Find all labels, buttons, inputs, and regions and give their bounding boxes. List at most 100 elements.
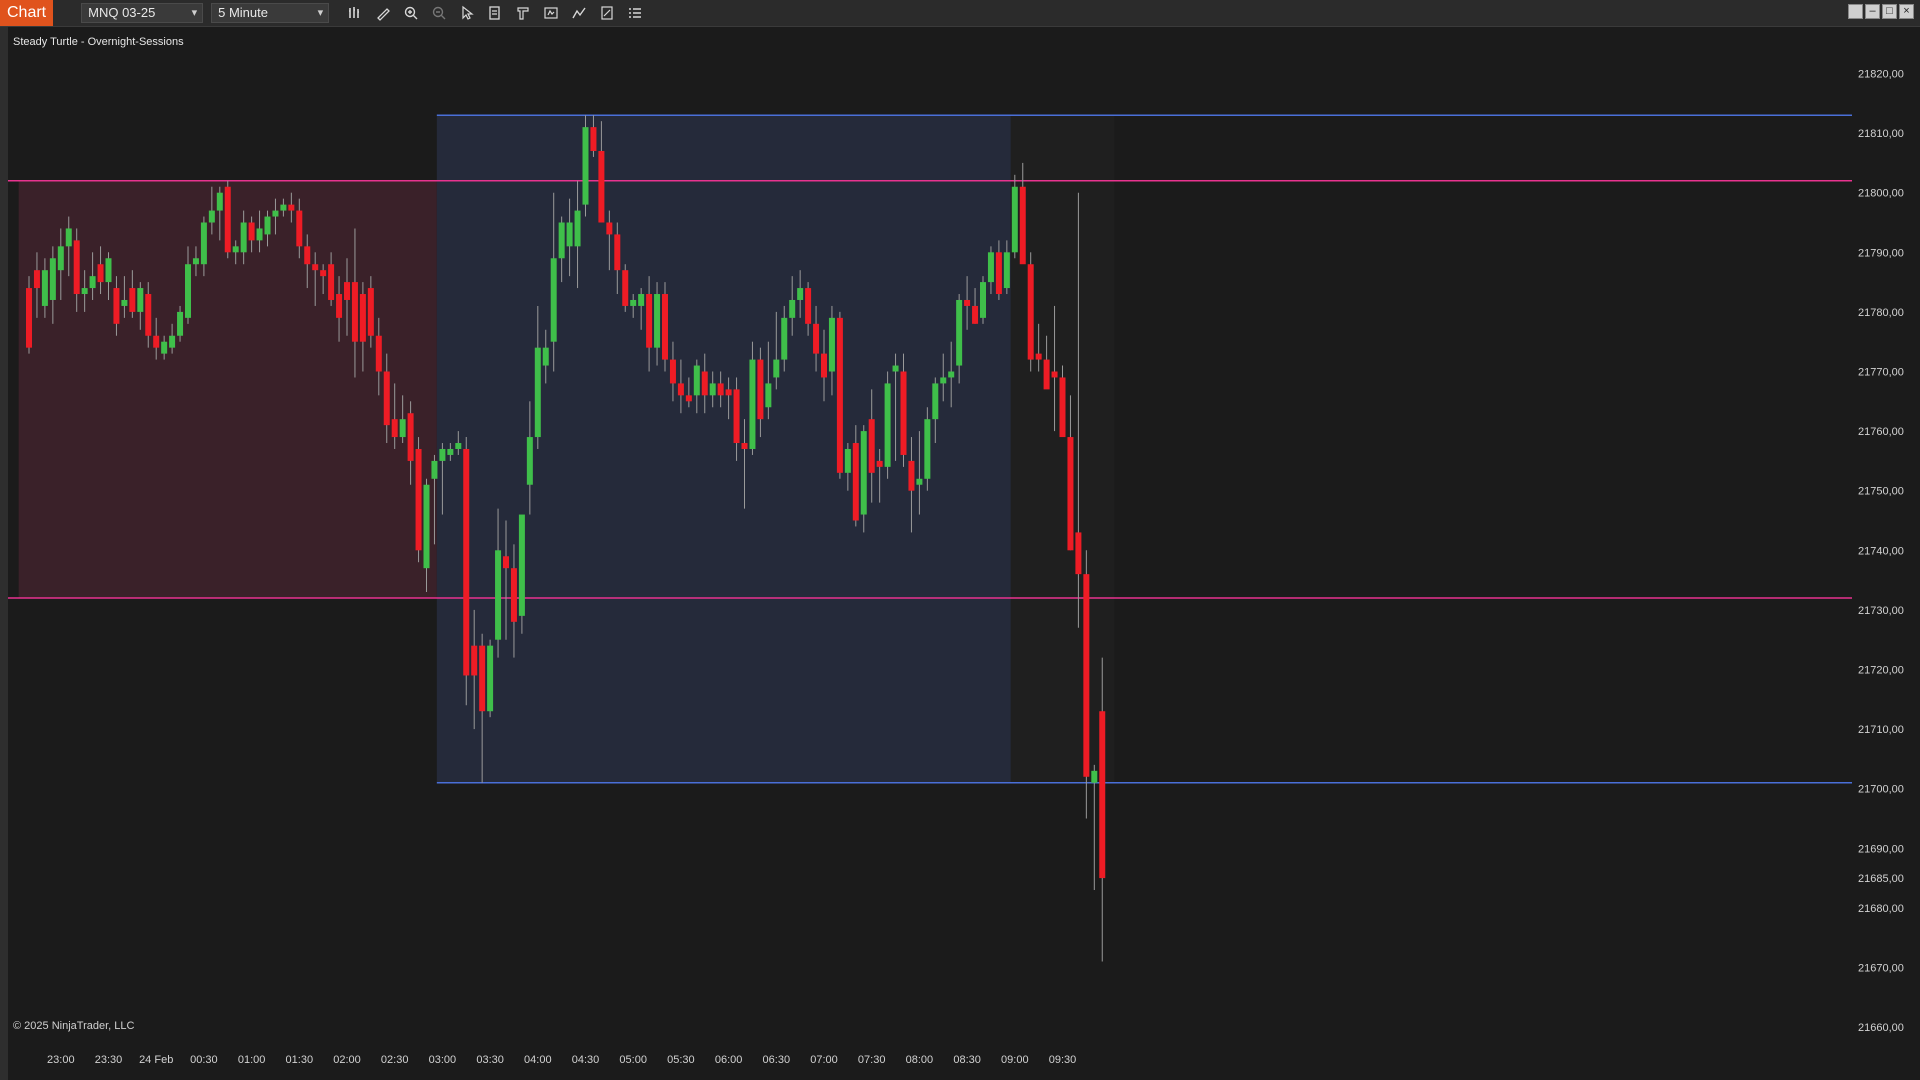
instrument-selector[interactable]: MNQ 03-25 ▾ <box>81 3 204 23</box>
candle-down <box>685 395 692 402</box>
candle-down <box>1099 711 1106 879</box>
candle-up <box>956 299 963 366</box>
screenshot-icon[interactable] <box>539 2 563 24</box>
candle-up <box>399 419 406 438</box>
candle-up <box>208 210 215 223</box>
candle-down <box>717 383 724 396</box>
candle-up <box>137 288 144 312</box>
x-axis-tick-label: 05:30 <box>667 1054 695 1066</box>
candle-down <box>510 568 517 622</box>
candle-up <box>232 246 239 253</box>
candle-up <box>1003 252 1010 289</box>
candle-up <box>574 210 581 247</box>
candle-up <box>916 478 923 485</box>
candle-down <box>153 335 160 348</box>
candle-down <box>876 460 883 467</box>
candle-up <box>773 359 780 378</box>
candle-down <box>821 353 827 378</box>
candle-down <box>1043 359 1050 390</box>
x-axis-tick-label: 00:30 <box>190 1054 218 1066</box>
candle-down <box>972 305 979 324</box>
strategies-icon[interactable] <box>595 2 619 24</box>
x-axis-tick-label: 06:00 <box>715 1054 743 1066</box>
candle-down <box>908 460 915 491</box>
candle-down <box>1075 532 1082 575</box>
x-axis-tick-label: 08:30 <box>953 1054 981 1066</box>
data-box-icon[interactable] <box>483 2 507 24</box>
candle-down <box>598 150 605 223</box>
maximize-icon[interactable]: □ <box>1882 4 1897 19</box>
list-icon[interactable] <box>623 2 647 24</box>
bar-type-icon[interactable] <box>343 2 367 24</box>
x-axis-tick-label: 24 Feb <box>139 1054 173 1066</box>
candle-up <box>550 258 557 342</box>
candle-up <box>566 222 573 247</box>
candle-down <box>1027 264 1034 360</box>
y-axis-tick-label: 21810,00 <box>1858 128 1904 140</box>
candle-down <box>145 294 152 336</box>
x-axis-tick-label: 04:00 <box>524 1054 552 1066</box>
chart-tab[interactable]: Chart <box>0 0 54 26</box>
candle-down <box>304 246 311 265</box>
minimize-icon[interactable]: – <box>1865 4 1880 19</box>
window-controls: – □ × <box>1846 4 1914 19</box>
candle-up <box>789 299 796 318</box>
candle-down <box>359 294 366 342</box>
zoom-out-icon[interactable] <box>427 2 451 24</box>
candle-down <box>73 240 80 295</box>
candle-down <box>463 448 470 676</box>
properties-icon[interactable] <box>511 2 535 24</box>
candle-down <box>129 288 136 312</box>
candle-up <box>431 460 438 479</box>
candle-up <box>542 347 549 366</box>
x-axis-tick-label: 06:30 <box>763 1054 791 1066</box>
x-axis-tick-label: 23:00 <box>47 1054 75 1066</box>
drawing-tool-icon[interactable] <box>371 2 395 24</box>
candle-up <box>89 276 96 289</box>
candle-up <box>709 383 716 396</box>
candle-down <box>614 234 621 271</box>
candle-down <box>606 222 613 235</box>
indicators-icon[interactable] <box>567 2 591 24</box>
candle-down <box>1083 574 1090 777</box>
candle-down <box>471 645 478 676</box>
candle-up <box>439 448 446 461</box>
candle-up <box>487 645 494 712</box>
candle-up <box>256 228 263 241</box>
x-axis-tick-label: 23:30 <box>95 1054 123 1066</box>
close-icon[interactable]: × <box>1899 4 1914 19</box>
candle-down <box>900 371 907 455</box>
price-chart[interactable]: 21820,00 21810,00 21800,00 21790,00 21780,00… <box>8 27 1920 1080</box>
candle-down <box>391 419 398 438</box>
tile-icon[interactable] <box>1848 4 1863 19</box>
candle-up <box>423 484 430 569</box>
candle-down <box>248 222 255 241</box>
candle-up <box>447 448 454 455</box>
pointer-icon[interactable] <box>455 2 479 24</box>
candle-up <box>582 127 589 205</box>
y-axis-tick-label: 21740,00 <box>1858 545 1904 557</box>
candle-down <box>479 645 486 712</box>
x-axis-tick-label: 08:00 <box>906 1054 934 1066</box>
y-axis-tick-label: 21800,00 <box>1858 188 1904 200</box>
candle-up <box>932 383 939 420</box>
y-axis-tick-label: 21790,00 <box>1858 247 1904 259</box>
candle-up <box>81 288 88 295</box>
interval-selector[interactable]: 5 Minute ▾ <box>211 3 330 23</box>
candle-up <box>892 365 899 372</box>
chart-panel[interactable]: 21820,00 21810,00 21800,00 21790,00 21780,00… <box>0 27 1920 1080</box>
candle-down <box>33 270 40 289</box>
zoom-in-icon[interactable] <box>399 2 423 24</box>
candle-up <box>558 222 565 259</box>
candle-up <box>200 222 207 265</box>
y-axis-tick-label: 21770,00 <box>1858 367 1904 379</box>
candle-up <box>65 228 72 247</box>
candle-up <box>518 514 525 616</box>
x-axis-tick-label: 07:30 <box>858 1054 886 1066</box>
y-axis-tick-label: 21680,00 <box>1858 903 1904 915</box>
candle-up <box>455 443 462 449</box>
candle-down <box>868 419 875 473</box>
candle-up <box>185 264 191 318</box>
candle-up <box>884 383 891 467</box>
chevron-down-icon: ▾ <box>191 7 198 19</box>
